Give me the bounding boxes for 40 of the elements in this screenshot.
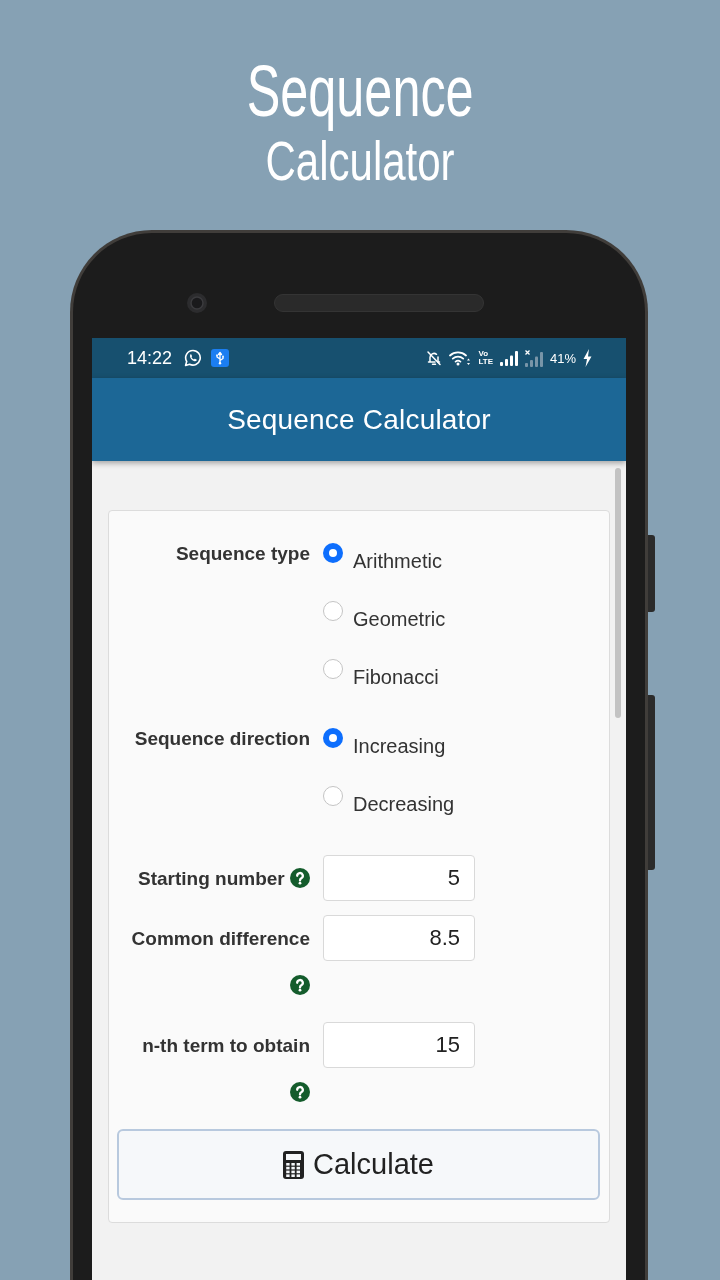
promo-title: Sequence [246,52,474,130]
phone-side-button[interactable] [648,695,655,870]
group-label: Sequence direction [134,728,310,750]
wifi-icon [449,350,472,366]
radio-button[interactable] [323,659,343,679]
radio-button[interactable] [323,543,343,563]
signal-icon [499,350,518,366]
radio-button[interactable] [323,786,343,806]
number-input[interactable]: 5 [323,855,475,901]
charging-icon [583,349,592,367]
help-icon[interactable] [290,868,310,888]
option-label[interactable]: Increasing [353,728,446,757]
volte-label: Vo LTE [478,350,493,366]
no-signal-icon [524,349,543,367]
field-label: Starting number [138,868,285,889]
phone-side-button[interactable] [648,535,655,612]
calculator-icon [283,1150,305,1179]
option-label[interactable]: Decreasing [353,786,455,815]
help-icon[interactable] [290,975,310,995]
field-label: n-th term to obtain [142,1035,310,1056]
number-input[interactable]: 8.5 [323,915,475,961]
promo-subtitle: Calculator [265,130,455,192]
help-icon[interactable] [290,1082,310,1102]
option-label[interactable]: Geometric [353,601,446,630]
radio-button[interactable] [323,728,343,748]
radio-button[interactable] [323,601,343,621]
group-label: Sequence type [175,543,310,565]
calculate-button[interactable]: Calculate [117,1129,600,1200]
field-label: Common difference [131,928,310,949]
muted-bell-icon [426,349,443,367]
status-time: 14:22 [127,347,173,369]
camera-icon [187,292,207,313]
usb-icon [211,349,230,367]
battery-percent: 41% [549,350,576,366]
option-label[interactable]: Arithmetic [353,543,442,572]
scrollbar[interactable] [615,468,621,718]
app-title: Sequence Calculator [227,403,491,436]
option-label[interactable]: Fibonacci [353,659,439,688]
number-input[interactable]: 15 [323,1022,475,1068]
chat-bubble-icon [184,349,203,367]
